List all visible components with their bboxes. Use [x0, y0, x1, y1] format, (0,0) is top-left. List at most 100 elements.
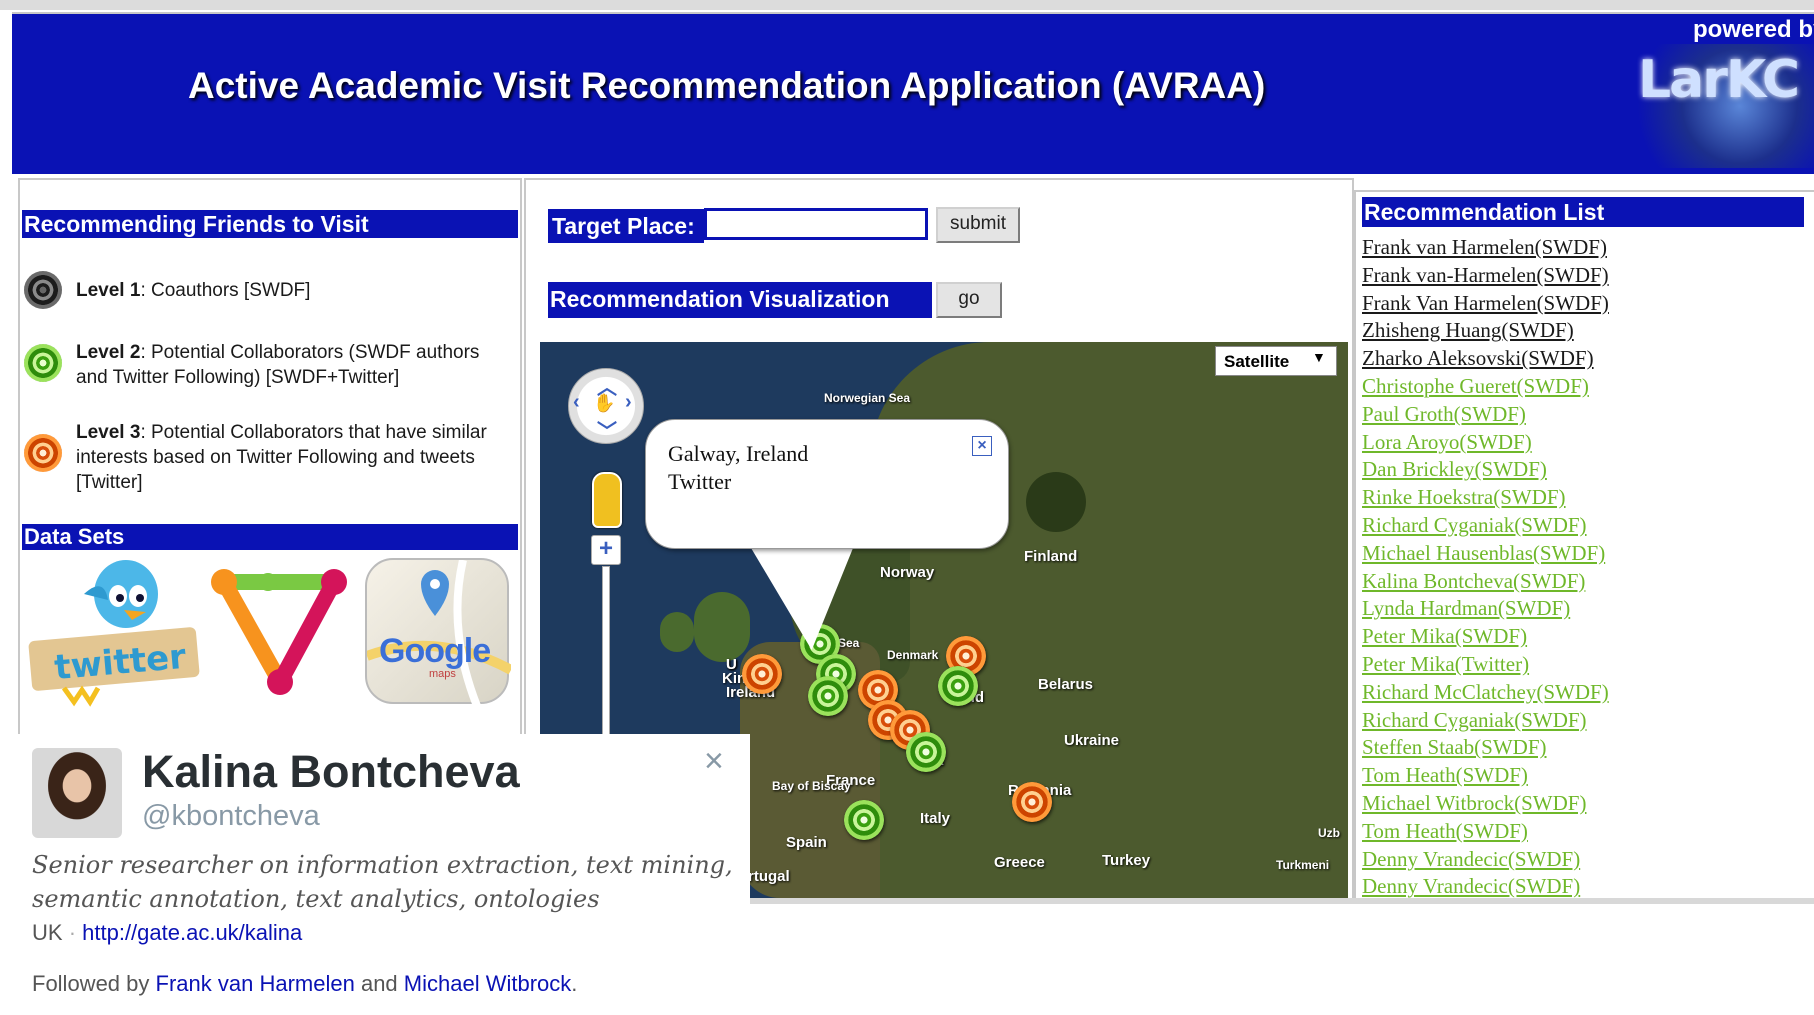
separator: ·: [68, 920, 77, 945]
recommendation-link[interactable]: Zharko Aleksovski(SWDF): [1362, 345, 1802, 373]
chevron-down-icon: ▼: [1312, 349, 1326, 365]
recommendation-link[interactable]: Frank van-Harmelen(SWDF): [1362, 262, 1802, 290]
orange-marker[interactable]: [742, 654, 782, 694]
orange-marker[interactable]: [1012, 782, 1052, 822]
pan-down-icon[interactable]: ﹀: [597, 415, 617, 444]
map-label-norway: Norway: [880, 564, 935, 581]
recommendation-link[interactable]: Richard McClatchey(SWDF): [1362, 679, 1802, 707]
map-label-uzbekistan: Uzb: [1318, 826, 1340, 840]
map-label-greece: Greece: [994, 854, 1045, 871]
app-title: Active Academic Visit Recommendation App…: [188, 65, 1266, 106]
map-land-british-isles: [694, 592, 750, 662]
profile-location-row: UK · http://gate.ac.uk/kalina: [32, 920, 302, 946]
map-label-portugal: rtugal: [748, 868, 790, 885]
green-marker[interactable]: [906, 732, 946, 772]
recommendation-visualization-label: Recommendation Visualization: [548, 282, 932, 318]
google-maps-logo[interactable]: Google maps: [365, 558, 511, 706]
target-place-input[interactable]: [704, 208, 928, 240]
map-label-turkey: Turkey: [1102, 852, 1151, 869]
recommendation-link[interactable]: Richard Cyganiak(SWDF): [1362, 512, 1802, 540]
map-label-norwegian-sea: Norwegian Sea: [824, 391, 911, 405]
top-border: [0, 0, 1814, 10]
map-land-ireland: [660, 612, 694, 652]
map-label-bay-of-biscay: Bay of Biscay: [772, 779, 851, 793]
profile-handle[interactable]: @kbontcheva: [142, 800, 320, 833]
map-lake: [1026, 472, 1086, 532]
target-place-label: Target Place:: [548, 209, 704, 243]
profile-location: UK: [32, 920, 63, 945]
black-bullseye-icon: [24, 271, 62, 309]
followed-by-label: Followed by: [32, 971, 150, 996]
recommendation-link[interactable]: Denny Vrandecic(SWDF): [1362, 873, 1802, 901]
powered-by-label: powered by: [1693, 16, 1814, 43]
map-label-finland: Finland: [1024, 548, 1078, 565]
recommendation-list-heading: Recommendation List: [1362, 197, 1804, 227]
recommendation-link[interactable]: Lynda Hardman(SWDF): [1362, 595, 1802, 623]
map-label-ukraine: Ukraine: [1064, 732, 1120, 749]
twitter-logo[interactable]: twitter: [24, 556, 202, 708]
recommendation-link[interactable]: Frank Van Harmelen(SWDF): [1362, 290, 1802, 318]
pan-left-icon[interactable]: ‹: [573, 391, 580, 414]
recommendation-link[interactable]: Michael Hausenblas(SWDF): [1362, 540, 1802, 568]
recommendation-link[interactable]: Michael Witbrock(SWDF): [1362, 790, 1802, 818]
street-view-pegman-icon[interactable]: [592, 472, 622, 528]
recommendation-link[interactable]: Peter Mika(SWDF): [1362, 623, 1802, 651]
avatar[interactable]: [32, 748, 122, 838]
pan-right-icon[interactable]: ›: [625, 391, 632, 414]
map-pan-control[interactable]: ︿ ‹ › ﹀ ✋: [568, 368, 644, 444]
recommendation-link[interactable]: Tom Heath(SWDF): [1362, 762, 1802, 790]
follower-link[interactable]: Frank van Harmelen: [156, 971, 355, 996]
submit-button[interactable]: submit: [936, 207, 1020, 243]
recommendation-link[interactable]: Zhisheng Huang(SWDF): [1362, 317, 1802, 345]
map-label-belarus: Belarus: [1038, 676, 1094, 693]
recommendation-link[interactable]: Steffen Staab(SWDF): [1362, 734, 1802, 762]
green-marker[interactable]: [808, 676, 848, 716]
status-strip: [750, 898, 1814, 904]
recommendation-link[interactable]: Rinke Hoekstra(SWDF): [1362, 484, 1802, 512]
profile-url-link[interactable]: http://gate.ac.uk/kalina: [82, 920, 302, 945]
recommendation-link[interactable]: Tom Heath(SWDF): [1362, 818, 1802, 846]
green-marker[interactable]: [938, 666, 978, 706]
info-bubble-text: Galway, Ireland Twitter: [668, 440, 808, 496]
recommendation-link[interactable]: Kalina Bontcheva(SWDF): [1362, 568, 1802, 596]
profile-bio-line: semantic annotation, text analytics, ont…: [32, 885, 600, 913]
swdf-logo[interactable]: [206, 562, 354, 702]
profile-bio: Senior researcher on information extract…: [32, 848, 733, 916]
close-icon[interactable]: ×: [704, 742, 724, 781]
close-icon[interactable]: ×: [972, 436, 992, 456]
recommendation-link[interactable]: Lora Aroyo(SWDF): [1362, 429, 1802, 457]
go-button[interactable]: go: [936, 282, 1002, 318]
orange-bullseye-icon: [24, 434, 62, 472]
google-wordmark: Google: [379, 632, 491, 670]
legend-level-2: Level 2: Potential Collaborators (SWDF a…: [76, 342, 480, 388]
map-label-uk: U: [726, 656, 737, 673]
datasets-heading: Data Sets: [22, 524, 518, 550]
zoom-slider[interactable]: [602, 566, 610, 738]
followed-suffix: .: [571, 971, 578, 996]
map-label-spain: Spain: [786, 834, 827, 851]
map-label-turkmenistan: Turkmeni: [1276, 858, 1330, 872]
profile-bio-line: Senior researcher on information extract…: [32, 851, 733, 879]
map-label-denmark: Denmark: [887, 648, 939, 662]
green-marker[interactable]: [844, 800, 884, 840]
recommendation-link[interactable]: Peter Mika(Twitter): [1362, 651, 1802, 679]
recommendation-link[interactable]: Dan Brickley(SWDF): [1362, 456, 1802, 484]
larkc-logo-text: LarKC: [1638, 50, 1800, 110]
recommendation-list: Frank van Harmelen(SWDF) Frank van-Harmel…: [1362, 234, 1802, 901]
info-bubble-place: Galway, Ireland: [668, 441, 809, 466]
recommendation-link[interactable]: Frank van Harmelen(SWDF): [1362, 234, 1802, 262]
zoom-in-button[interactable]: +: [591, 535, 621, 565]
recommendation-link[interactable]: Christophe Gueret(SWDF): [1362, 373, 1802, 401]
follower-link[interactable]: Michael Witbrock: [404, 971, 571, 996]
recommendation-link[interactable]: Paul Groth(SWDF): [1362, 401, 1802, 429]
followed-and-label: and: [360, 971, 398, 996]
recommendation-link[interactable]: Denny Vrandecic(SWDF): [1362, 846, 1802, 874]
legend-level-1: Level 1: Coauthors [SWDF]: [76, 280, 311, 301]
hand-icon: ✋: [593, 393, 616, 413]
friends-heading: Recommending Friends to Visit: [22, 210, 518, 238]
map-label-italy: Italy: [920, 810, 951, 827]
green-bullseye-icon: [24, 344, 62, 382]
profile-name[interactable]: Kalina Bontcheva: [142, 746, 520, 798]
recommendation-link[interactable]: Richard Cyganiak(SWDF): [1362, 707, 1802, 735]
profile-followed-by: Followed by Frank van Harmelen and Micha…: [32, 971, 577, 997]
